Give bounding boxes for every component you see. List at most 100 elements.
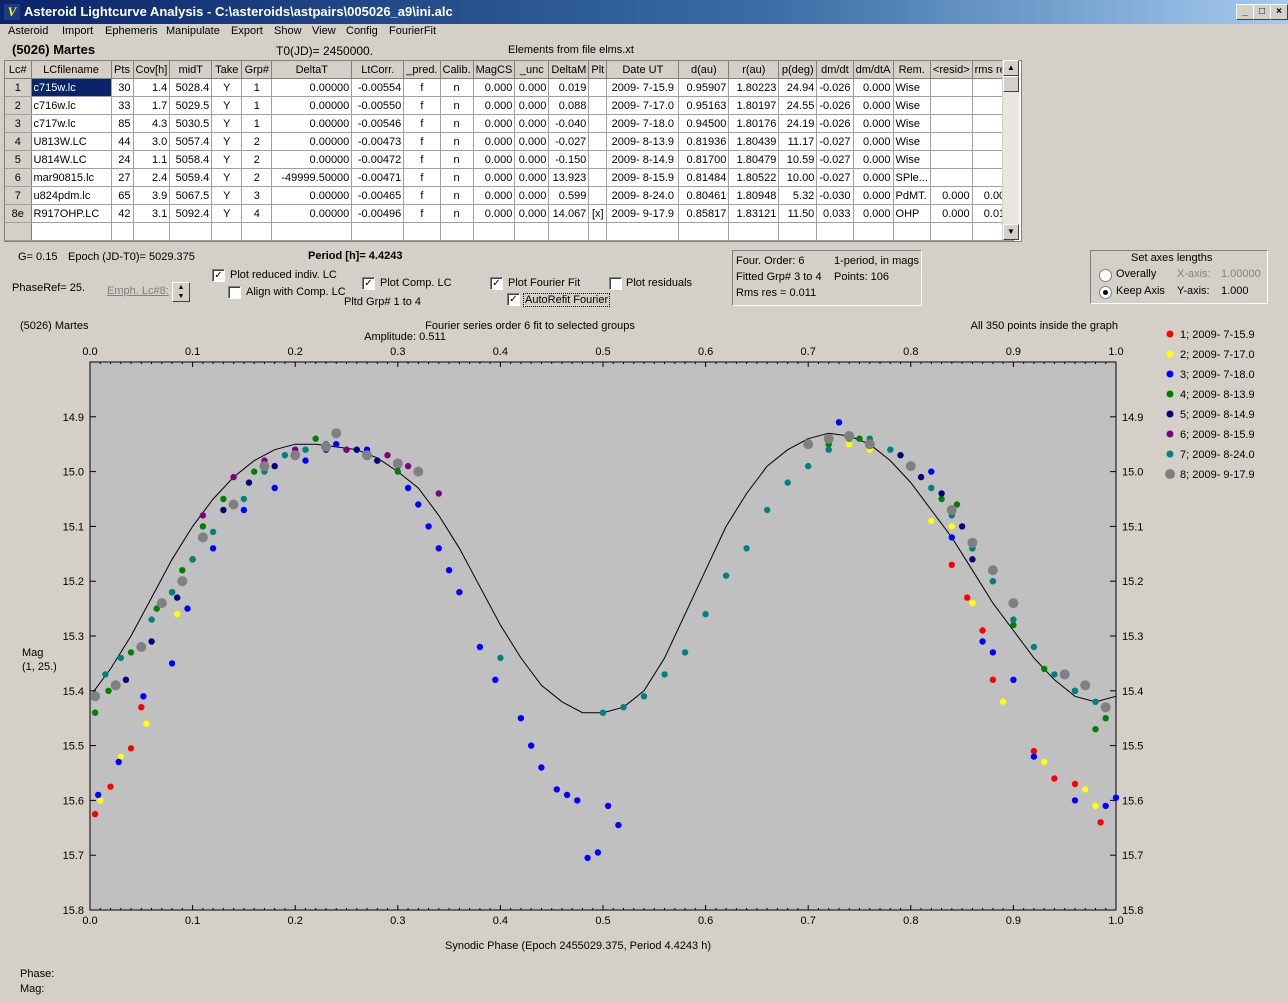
table-cell[interactable]: 0.000 xyxy=(514,150,550,169)
table-cell[interactable]: 2009- 8-24.0 xyxy=(606,186,680,205)
column-header[interactable]: dm/dtA xyxy=(853,61,894,79)
table-cell[interactable]: Y xyxy=(211,78,243,97)
table-cell[interactable] xyxy=(31,222,112,241)
table-cell[interactable] xyxy=(930,132,973,151)
menu-show[interactable]: Show xyxy=(274,25,302,37)
table-cell[interactable]: -0.026 xyxy=(816,78,854,97)
table-cell[interactable]: 65 xyxy=(111,186,134,205)
table-cell[interactable]: n xyxy=(440,168,474,187)
table-cell[interactable]: 1.1 xyxy=(133,150,171,169)
table-cell[interactable]: 0.00000 xyxy=(271,78,353,97)
table-cell[interactable]: 0.000 xyxy=(853,132,894,151)
table-cell[interactable]: U814W.LC xyxy=(31,150,112,169)
table-cell[interactable]: 4 xyxy=(241,204,273,223)
row-header[interactable]: 1 xyxy=(5,78,32,97)
table-cell[interactable]: R917OHP.LC xyxy=(31,204,112,223)
menu-fourierfit[interactable]: FourierFit xyxy=(389,25,436,37)
table-cell[interactable]: 1 xyxy=(241,114,273,133)
table-cell[interactable]: 0.000 xyxy=(514,168,550,187)
table-cell[interactable]: c715w.lc xyxy=(31,78,112,97)
column-header[interactable]: r(au) xyxy=(728,61,780,79)
table-cell[interactable] xyxy=(271,222,353,241)
table-cell[interactable] xyxy=(403,222,441,241)
table-cell[interactable]: f xyxy=(403,168,441,187)
column-header[interactable]: Pts xyxy=(111,61,134,79)
table-cell[interactable] xyxy=(678,222,730,241)
table-cell[interactable] xyxy=(133,222,171,241)
table-cell[interactable] xyxy=(778,222,818,241)
table-cell[interactable] xyxy=(588,96,608,115)
table-cell[interactable] xyxy=(588,168,608,187)
table-cell[interactable]: 1.80223 xyxy=(728,78,780,97)
table-cell[interactable]: 0.000 xyxy=(473,114,516,133)
table-cell[interactable] xyxy=(930,78,973,97)
table-cell[interactable]: n xyxy=(440,132,474,151)
table-cell[interactable]: 85 xyxy=(111,114,134,133)
column-header[interactable]: Lc# xyxy=(5,61,32,79)
table-cell[interactable] xyxy=(588,150,608,169)
table-cell[interactable]: n xyxy=(440,150,474,169)
table-scrollbar[interactable]: ▲ ▼ xyxy=(1002,60,1019,240)
column-header[interactable]: DeltaM xyxy=(548,61,590,79)
table-cell[interactable]: 5059.4 xyxy=(169,168,213,187)
table-cell[interactable]: 0.000 xyxy=(853,150,894,169)
table-cell[interactable]: 0.000 xyxy=(514,96,550,115)
column-header[interactable]: dm/dt xyxy=(816,61,854,79)
table-cell[interactable]: f xyxy=(403,150,441,169)
table-cell[interactable] xyxy=(588,222,608,241)
table-cell[interactable]: 1.80439 xyxy=(728,132,780,151)
plot-reduced-checkbox[interactable]: ✓ xyxy=(212,269,225,282)
column-header[interactable]: LtCorr. xyxy=(351,61,405,79)
y-axis-value[interactable]: 1.000 xyxy=(1221,285,1249,297)
table-cell[interactable]: OHP xyxy=(893,204,931,223)
table-cell[interactable] xyxy=(473,222,516,241)
table-cell[interactable]: 4.3 xyxy=(133,114,171,133)
column-header[interactable]: Plt xyxy=(588,61,608,79)
table-cell[interactable]: 24.19 xyxy=(778,114,818,133)
table-cell[interactable]: 3.1 xyxy=(133,204,171,223)
table-cell[interactable]: -0.00465 xyxy=(351,186,405,205)
column-header[interactable]: Take xyxy=(211,61,243,79)
table-cell[interactable]: f xyxy=(403,114,441,133)
table-cell[interactable] xyxy=(514,222,550,241)
table-cell[interactable]: mar90815.lc xyxy=(31,168,112,187)
table-cell[interactable]: -0.00472 xyxy=(351,150,405,169)
table-cell[interactable] xyxy=(111,222,134,241)
table-cell[interactable] xyxy=(893,222,931,241)
table-cell[interactable] xyxy=(440,222,474,241)
table-cell[interactable]: 0.95907 xyxy=(678,78,730,97)
table-cell[interactable]: -0.027 xyxy=(816,150,854,169)
table-cell[interactable]: 5067.5 xyxy=(169,186,213,205)
table-cell[interactable]: 10.00 xyxy=(778,168,818,187)
table-cell[interactable]: U813W.LC xyxy=(31,132,112,151)
table-cell[interactable]: 0.00000 xyxy=(271,186,353,205)
lightcurve-table[interactable]: Lc# LCfilename Pts Cov[h] midT Take Grp# DeltaT… xyxy=(4,60,1022,242)
column-header[interactable]: MagCS xyxy=(473,61,516,79)
table-cell[interactable]: 2009- 8-15.9 xyxy=(606,168,680,187)
table-cell[interactable]: 44 xyxy=(111,132,134,151)
table-cell[interactable]: SPle... xyxy=(893,168,931,187)
scroll-up-icon[interactable]: ▲ xyxy=(1003,60,1019,76)
table-cell[interactable] xyxy=(930,96,973,115)
table-cell[interactable]: 24.55 xyxy=(778,96,818,115)
menu-config[interactable]: Config xyxy=(346,25,378,37)
table-cell[interactable]: 0.000 xyxy=(853,96,894,115)
table-cell[interactable]: 2 xyxy=(241,132,273,151)
table-cell[interactable] xyxy=(588,186,608,205)
table-cell[interactable]: 0.81700 xyxy=(678,150,730,169)
plot-fourier-checkbox[interactable]: ✓ xyxy=(490,277,503,290)
row-header[interactable]: 4 xyxy=(5,132,32,151)
column-header[interactable]: d(au) xyxy=(678,61,730,79)
table-cell[interactable]: -0.027 xyxy=(548,132,590,151)
table-cell[interactable] xyxy=(930,150,973,169)
table-cell[interactable]: 5028.4 xyxy=(169,78,213,97)
maximize-button[interactable]: □ xyxy=(1253,4,1271,20)
table-cell[interactable]: f xyxy=(403,186,441,205)
table-cell[interactable] xyxy=(930,114,973,133)
lightcurve-chart[interactable]: (5026) Martes Fourier series order 6 fit … xyxy=(18,312,1266,960)
column-header[interactable]: p(deg) xyxy=(778,61,818,79)
table-cell[interactable]: 1.4 xyxy=(133,78,171,97)
table-cell[interactable]: 13.923 xyxy=(548,168,590,187)
table-cell[interactable]: 0.95163 xyxy=(678,96,730,115)
plot-residuals-checkbox[interactable] xyxy=(609,277,622,290)
